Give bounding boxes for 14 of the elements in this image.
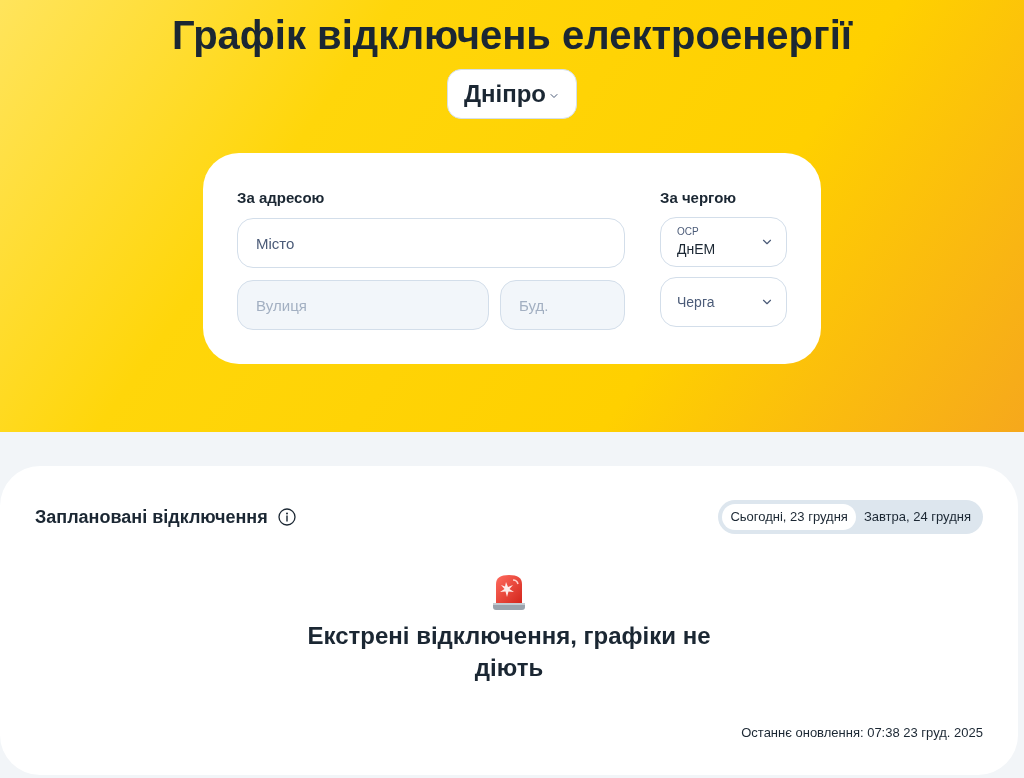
dropdown[interactable]: ОСР ДнЕМ (660, 217, 787, 267)
day-tab[interactable]: Завтра, 24 грудня (855, 504, 979, 530)
city-select[interactable]: Дніпро (446, 69, 578, 119)
notice-heading: Екстрені відключення, графіки не діють (306, 621, 712, 683)
siren-icon (491, 572, 527, 612)
page-title: Графік відключень електроенергії (172, 12, 852, 59)
dropdown[interactable]: Черга (660, 277, 787, 327)
section-title: Заплановані відключення (35, 505, 268, 529)
last-update-text: Останнє оновлення: 07:38 23 груд. 2025 (741, 724, 983, 742)
day-tab[interactable]: Сьогодні, 23 грудня (722, 504, 856, 530)
section-label: За чергою (660, 188, 738, 208)
info-icon[interactable] (277, 508, 296, 526)
section-label: За адресою (237, 188, 326, 208)
input-field[interactable]: Місто (237, 218, 625, 268)
